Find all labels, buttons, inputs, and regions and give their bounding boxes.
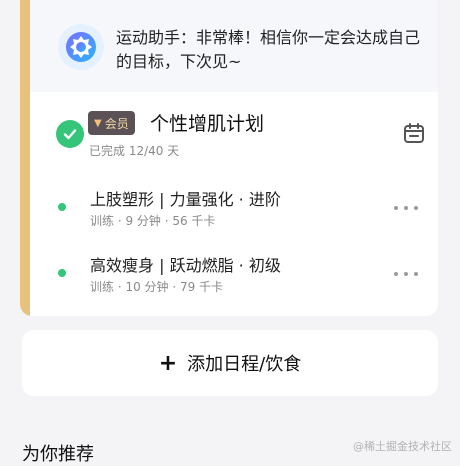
more-icon[interactable] xyxy=(394,264,418,284)
add-schedule-label: 添加日程/饮食 xyxy=(187,354,302,375)
plan-title: 个性增肌计划 xyxy=(150,113,265,135)
item-title: 高效瘦身 | 跃动燃脂 · 初级 xyxy=(90,256,281,275)
plan-header[interactable]: ▼ 会员 个性增肌计划 已完成 12/40 天 xyxy=(30,108,438,164)
assistant-message: 运动助手：非常棒！相信你一定会达成自己的目标，下次见~ xyxy=(116,28,421,71)
member-badge: ▼ 会员 xyxy=(88,111,135,135)
member-badge-label: 会员 xyxy=(104,116,129,131)
plan-progress: 已完成 12/40 天 xyxy=(89,144,180,158)
assistant-message-box: 运动助手：非常棒！相信你一定会达成自己的目标，下次见~ xyxy=(30,0,438,92)
plan-card: 运动助手：非常棒！相信你一定会达成自己的目标，下次见~ ▼ 会员 个性增肌计划 … xyxy=(20,0,438,316)
list-item[interactable]: 上肢塑形 | 力量强化 · 进阶 训练 · 9 分钟 · 56 千卡 xyxy=(30,186,438,236)
list-item[interactable]: 高效瘦身 | 跃动燃脂 · 初级 训练 · 10 分钟 · 79 千卡 xyxy=(30,252,438,302)
more-icon[interactable] xyxy=(394,198,418,218)
item-title: 上肢塑形 | 力量强化 · 进阶 xyxy=(90,190,281,209)
accent-bar xyxy=(20,0,30,316)
check-circle-icon xyxy=(56,120,84,148)
recommend-section-title: 为你推荐 xyxy=(22,444,94,465)
assistant-avatar-icon xyxy=(58,24,104,70)
item-meta: 训练 · 10 分钟 · 79 千卡 xyxy=(90,280,224,294)
status-dot-icon xyxy=(58,269,66,277)
add-schedule-button[interactable]: + 添加日程/饮食 xyxy=(22,330,438,396)
watermark: @稀土掘金技术社区 xyxy=(353,440,452,453)
diamond-icon: ▼ xyxy=(94,117,102,129)
calendar-icon[interactable] xyxy=(402,121,426,145)
item-meta: 训练 · 9 分钟 · 56 千卡 xyxy=(90,214,216,228)
status-dot-icon xyxy=(58,203,66,211)
plus-icon: + xyxy=(158,350,178,376)
